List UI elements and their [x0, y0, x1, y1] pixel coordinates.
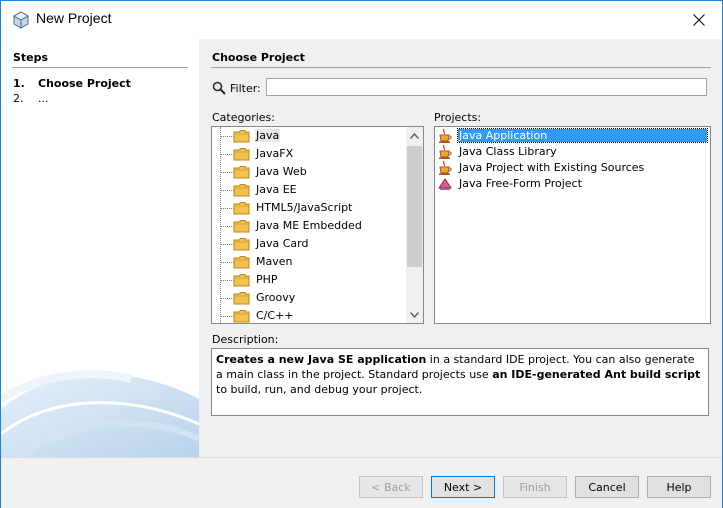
category-item[interactable]: PHP [212, 271, 401, 289]
description-bold-2: an IDE-generated Ant build script [492, 368, 701, 381]
java-cup-icon [439, 160, 452, 175]
folder-icon [233, 310, 250, 323]
project-item[interactable]: Java Application [435, 128, 708, 144]
tree-connector [220, 298, 234, 299]
projects-list[interactable]: Java Application Java Class Library Java P… [434, 126, 711, 324]
step-number: 2. [13, 92, 24, 105]
category-label: Java ME Embedded [256, 219, 362, 232]
new-project-dialog: New Project Steps 1. Choose Project 2.... [0, 0, 723, 508]
steps-panel: Steps 1. Choose Project 2.... [1, 39, 199, 457]
folder-icon [233, 148, 250, 161]
category-label: C/C++ [256, 309, 294, 322]
title-bar: New Project [1, 1, 722, 39]
tree-connector [220, 172, 234, 173]
category-item[interactable]: Java ME Embedded [212, 217, 401, 235]
category-item[interactable]: Java Web [212, 163, 401, 181]
project-item[interactable]: Java Free-Form Project [435, 176, 708, 192]
folder-icon [233, 256, 250, 269]
decorative-swoosh [1, 370, 199, 457]
project-label: Java Free-Form Project [459, 177, 582, 190]
project-label: Java Project with Existing Sources [459, 161, 645, 174]
next-button[interactable]: Next > [431, 476, 495, 498]
tree-connector [220, 154, 234, 155]
chevron-up-icon [410, 132, 419, 139]
help-button[interactable]: Help [647, 476, 711, 498]
folder-icon [233, 130, 250, 143]
tree-connector [220, 226, 234, 227]
category-item[interactable]: JavaFX [212, 145, 401, 163]
tree-connector [220, 316, 234, 317]
tree-connector [220, 136, 234, 137]
step-number: 1. [13, 77, 25, 90]
back-button[interactable]: < Back [359, 476, 423, 498]
category-item[interactable]: Java Card [212, 235, 401, 253]
cancel-button[interactable]: Cancel [575, 476, 639, 498]
category-label: Groovy [256, 291, 296, 304]
project-item[interactable]: Java Project with Existing Sources [435, 160, 708, 176]
category-label: HTML5/JavaScript [256, 201, 353, 214]
categories-tree[interactable]: Java JavaFX Java Web Java EE HTML5/JavaScrip… [211, 126, 424, 324]
tree-connector [220, 262, 234, 263]
scroll-up-button[interactable] [406, 127, 423, 144]
description-text-2: to build, run, and debug your project. [216, 383, 423, 396]
main-panel: Choose Project Filter: Categories: Proje… [199, 39, 722, 457]
button-bar: < Back Next > Finish Cancel Help [1, 457, 722, 508]
folder-icon [233, 292, 250, 305]
finish-button[interactable]: Finish [503, 476, 567, 498]
scroll-down-button[interactable] [406, 306, 423, 323]
netbeans-cube-icon [12, 11, 30, 29]
category-item[interactable]: Java [212, 127, 401, 145]
category-label: PHP [256, 273, 278, 286]
project-label: Java Class Library [459, 145, 557, 158]
window-title: New Project [36, 10, 112, 26]
filter-input[interactable] [266, 78, 707, 96]
folder-icon [233, 184, 250, 197]
page-title: Choose Project [212, 51, 305, 64]
category-label: Java EE [256, 183, 297, 196]
category-item[interactable]: Groovy [212, 289, 401, 307]
step-label: ... [38, 92, 49, 105]
java-cup-icon [439, 128, 452, 143]
category-label: Java Web [256, 165, 307, 178]
search-icon [212, 81, 226, 95]
description-label: Description: [212, 333, 279, 346]
scroll-thumb[interactable] [407, 146, 422, 267]
step-item-1: 1. Choose Project [13, 77, 131, 90]
categories-scrollbar[interactable] [406, 127, 423, 323]
project-label: Java Application [457, 128, 708, 143]
folder-icon [233, 274, 250, 287]
description-bold-1: Creates a new Java SE application [216, 353, 427, 366]
category-label: Java Card [256, 237, 309, 250]
tree-connector [220, 190, 234, 191]
close-icon [693, 14, 705, 26]
step-item-2: 2.... [13, 92, 49, 105]
close-button[interactable] [676, 1, 722, 39]
project-item[interactable]: Java Class Library [435, 144, 708, 160]
category-item[interactable]: HTML5/JavaScript [212, 199, 401, 217]
folder-icon [233, 166, 250, 179]
folder-icon [233, 202, 250, 215]
chevron-down-icon [410, 311, 419, 318]
tree-connector [220, 208, 234, 209]
folder-icon [233, 220, 250, 233]
category-item[interactable]: Java EE [212, 181, 401, 199]
steps-heading: Steps [13, 51, 49, 64]
projects-label: Projects: [434, 111, 482, 124]
category-label: JavaFX [256, 147, 294, 160]
tree-connector [220, 244, 234, 245]
folder-icon [233, 238, 250, 251]
freeform-project-icon [438, 178, 452, 190]
description-box: Creates a new Java SE application in a s… [211, 348, 709, 416]
tree-connector [220, 280, 234, 281]
category-label: Java [255, 129, 281, 142]
category-item[interactable]: C/C++ [212, 307, 401, 323]
java-cup-icon [439, 144, 452, 159]
category-item[interactable]: Maven [212, 253, 401, 271]
divider [12, 67, 188, 68]
filter-label: Filter: [230, 82, 261, 95]
divider [211, 67, 711, 68]
category-label: Maven [256, 255, 293, 268]
step-label: Choose Project [38, 77, 131, 90]
categories-label: Categories: [212, 111, 275, 124]
